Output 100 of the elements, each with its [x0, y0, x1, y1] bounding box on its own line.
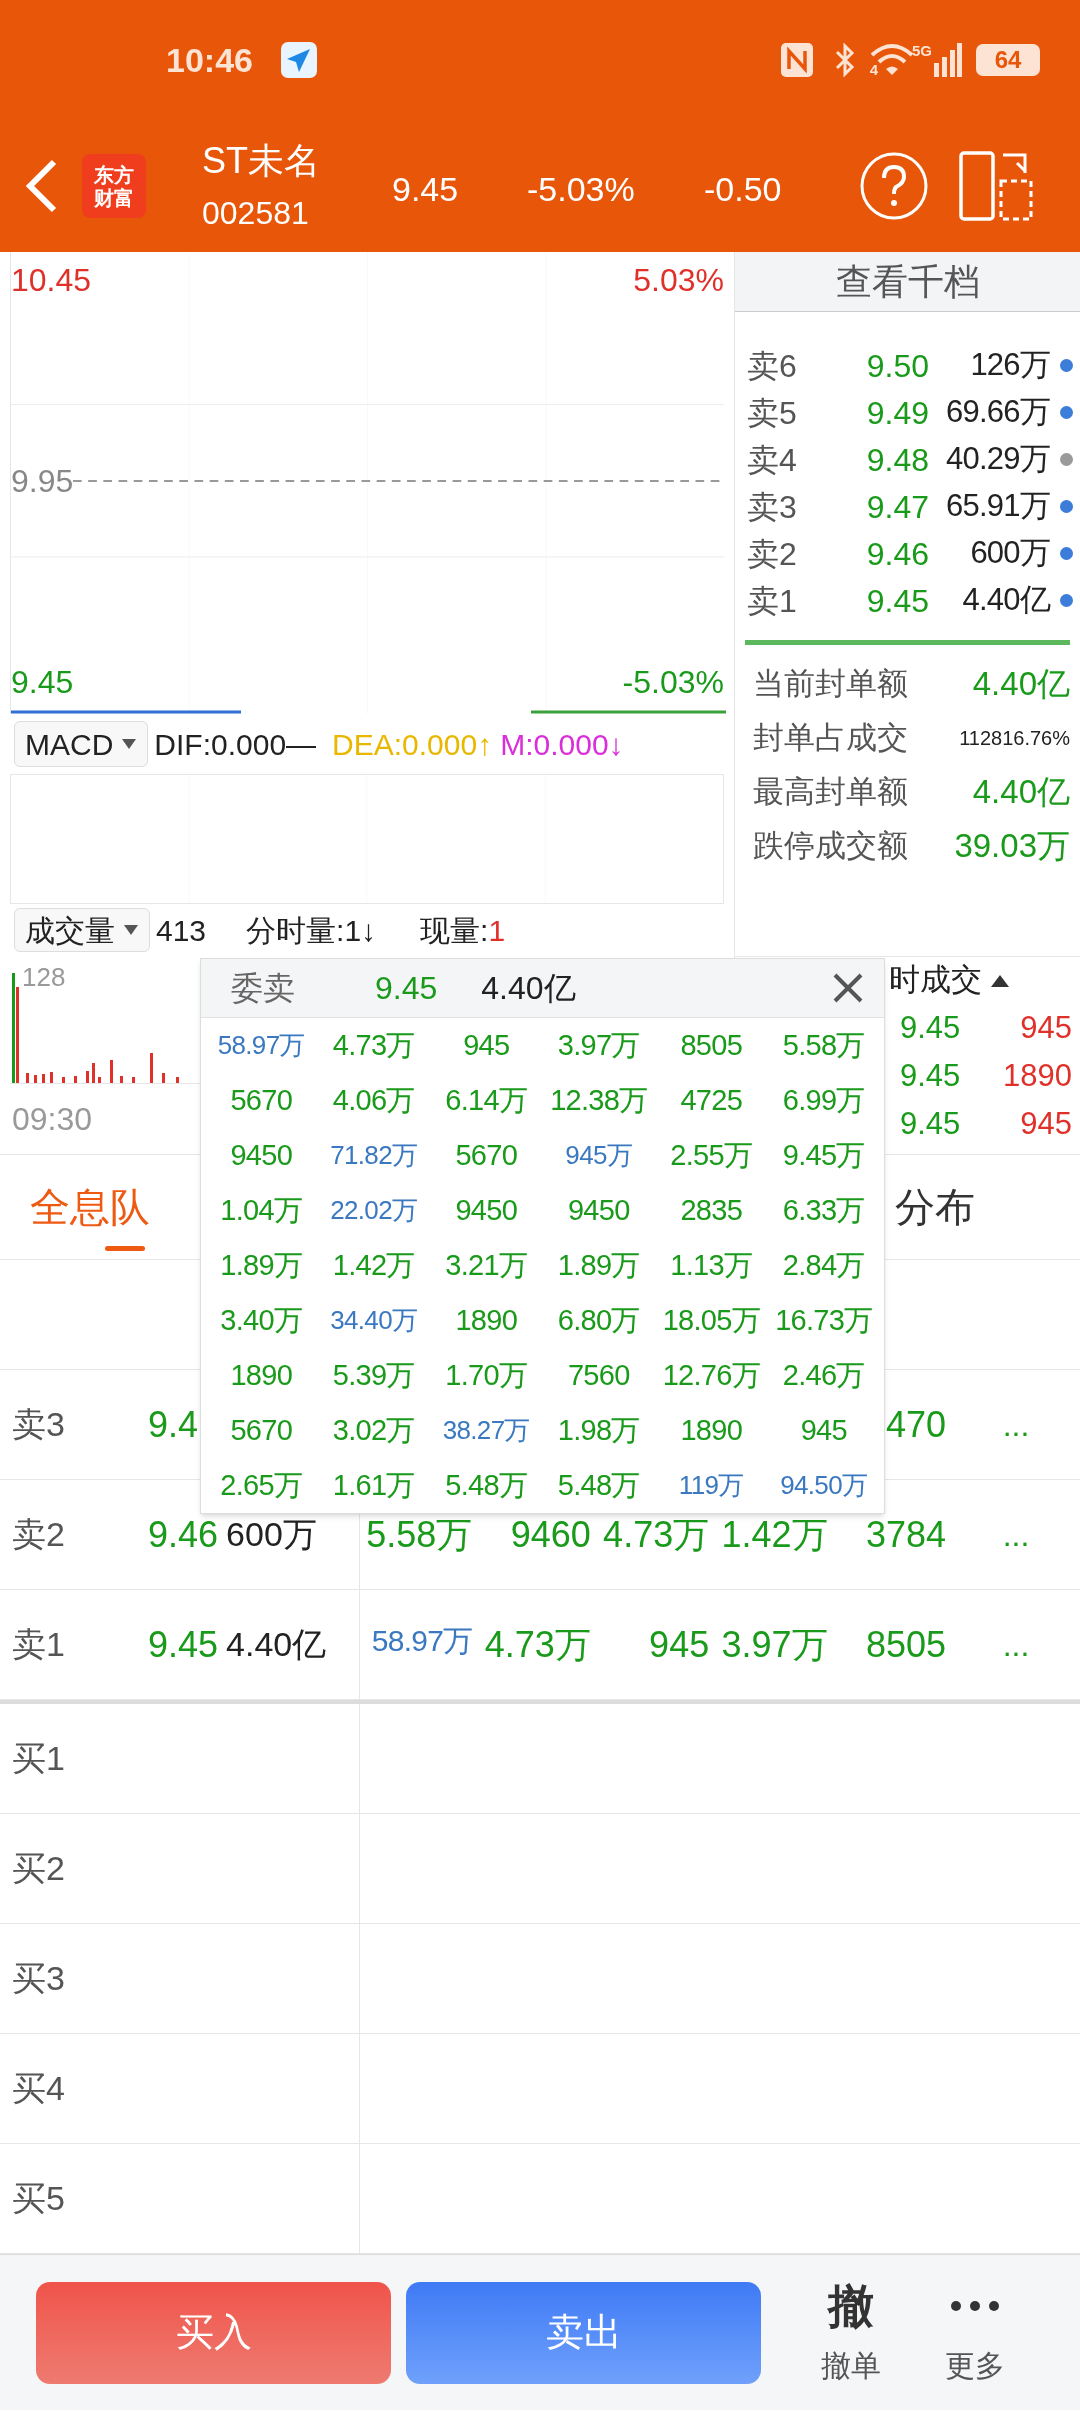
- ask-volume: 126万: [969, 346, 1050, 385]
- caret-icon: [123, 924, 139, 936]
- queue-cell-text: 94.50万: [779, 1469, 869, 1502]
- queue-cell-text: 3784: [864, 1512, 947, 1557]
- start-time-label: 09:30: [12, 1100, 93, 1139]
- trade-volume: 945: [1019, 1104, 1073, 1143]
- queue-cell-text: 4.73万: [483, 1622, 592, 1667]
- price-label: 10.45: [11, 261, 92, 300]
- caret-icon: [121, 738, 138, 750]
- logo-text: 财富: [94, 187, 134, 208]
- sort-up-icon: [990, 973, 1010, 988]
- help-icon[interactable]: [859, 151, 929, 221]
- ask-volume: 40.29万: [945, 440, 1050, 479]
- stat-label: 跌停成交额: [753, 826, 908, 865]
- queue-cell-text: 2.84万: [781, 1247, 866, 1283]
- more-text[interactable]: ...: [952, 1510, 1080, 1559]
- trade-price: 9.45: [900, 1056, 962, 1095]
- queue-cell-text: 58.97万: [216, 1029, 306, 1062]
- trade-volume: 945: [1019, 1008, 1073, 1047]
- queue-cell-text: 2.65万: [219, 1467, 304, 1503]
- queue-cell-text: 4.73万: [602, 1512, 711, 1557]
- period-volume-text: 分时量:1↓: [246, 912, 377, 949]
- queue-cell-text: 3.97万: [556, 1027, 641, 1063]
- queue-cell-text: 4.06万: [331, 1082, 416, 1118]
- queue-cell-text: 1.98万: [556, 1412, 641, 1448]
- change-text: -0.50: [704, 168, 783, 210]
- change-percent-text: -5.03%: [527, 168, 636, 210]
- queue-cell-text: 2835: [679, 1192, 744, 1228]
- queue-cell-text: 6.33万: [781, 1192, 866, 1228]
- popup-price: 9.45: [375, 969, 438, 1008]
- more-button[interactable]: 更多: [925, 2277, 1025, 2388]
- more-icon: [951, 2300, 999, 2311]
- price-label: 9.95: [11, 462, 74, 501]
- queue-cell-text: 5.48万: [556, 1467, 641, 1503]
- volume-value: 413: [156, 912, 207, 949]
- trades-title[interactable]: 时成交: [889, 957, 982, 1004]
- ask-label: 卖6: [747, 346, 798, 386]
- row-label: 卖3: [12, 1404, 66, 1445]
- cancel-order-button[interactable]: 撤 撤单: [801, 2277, 901, 2388]
- queue-cell-text: 3.02万: [331, 1412, 416, 1448]
- row-label: 卖2: [12, 1514, 66, 1555]
- ask-label: 卖5: [747, 393, 798, 433]
- volume-text: 4.40亿: [226, 1624, 327, 1665]
- more-text[interactable]: ...: [952, 1400, 1080, 1449]
- close-icon[interactable]: [832, 972, 864, 1004]
- queue-cell-text: 4.73万: [331, 1027, 416, 1063]
- logo-text: 东方: [94, 164, 134, 185]
- ask-label: 卖2: [747, 534, 798, 574]
- row-label: 买4: [12, 2068, 66, 2109]
- queue-cell-text: 9450: [454, 1192, 519, 1228]
- volume-text: 600万: [226, 1514, 317, 1555]
- queue-cell-text: 34.40万: [329, 1304, 419, 1337]
- queue-cell-text: 3.21万: [444, 1247, 529, 1283]
- row-label: 买3: [12, 1958, 66, 1999]
- queue-cell-text: 945: [648, 1622, 711, 1667]
- price-text: 9.45: [148, 1622, 219, 1667]
- stat-value: 4.40亿: [972, 664, 1070, 705]
- tab[interactable]: 全息队: [30, 1155, 150, 1259]
- queue-cell-text: 1890: [229, 1357, 294, 1393]
- queue-cell-text: 4725: [679, 1082, 744, 1118]
- stat-label: 最高封单额: [753, 772, 908, 811]
- price-label: 9.45: [11, 663, 74, 702]
- queue-cell-text: 5670: [229, 1412, 294, 1448]
- stat-label: 当前封单额: [753, 664, 908, 703]
- queue-cell-text: 1.89万: [556, 1247, 641, 1283]
- percent-label: 5.03%: [633, 261, 724, 300]
- volume-selector[interactable]: 成交量: [14, 908, 150, 952]
- queue-cell-text: 1.13万: [669, 1247, 754, 1283]
- queue-cell-text: 5670: [229, 1082, 294, 1118]
- row-label: 卖1: [12, 1624, 66, 1665]
- signal-icon: [934, 43, 962, 77]
- queue-cell-text: 9.45万: [781, 1137, 866, 1173]
- ask-volume: 65.91万: [945, 487, 1050, 526]
- queue-cell-text: 1890: [454, 1302, 519, 1338]
- queue-cell-text: 22.02万: [329, 1194, 419, 1227]
- queue-cell-text: 5.58万: [365, 1512, 474, 1557]
- stat-value: 112816.76%: [959, 726, 1070, 751]
- stock-name: ST未名: [202, 139, 321, 183]
- wifi-band-text: 4: [869, 62, 878, 77]
- layout-switch-icon[interactable]: [959, 149, 1033, 223]
- queue-cell-text: 9460: [509, 1512, 592, 1557]
- queue-cell-text: 58.97万: [370, 1622, 474, 1659]
- row-label: 买5: [12, 2178, 66, 2219]
- queue-cell-text: 12.76万: [661, 1357, 761, 1393]
- more-text[interactable]: ...: [952, 1620, 1080, 1669]
- queue-cell-text: 18.05万: [661, 1302, 761, 1338]
- view-depth-button[interactable]: 查看千档: [735, 252, 1080, 312]
- nfc-icon: [779, 42, 814, 78]
- queue-cell-text: 1.42万: [331, 1247, 416, 1283]
- queue-cell-text: 5670: [454, 1137, 519, 1173]
- ask-price: 9.45: [865, 581, 929, 621]
- queue-cell-text: 1.70万: [444, 1357, 529, 1393]
- queue-cell-text: 5.39万: [331, 1357, 416, 1393]
- current-volume-label: 现量:: [420, 912, 489, 949]
- queue-cell-text: 1.42万: [720, 1512, 829, 1557]
- volume-scale-label: 128: [22, 961, 66, 994]
- tab[interactable]: 分布: [895, 1155, 975, 1259]
- price-text: 9.4: [148, 1402, 199, 1447]
- macd-selector[interactable]: MACD: [14, 721, 149, 767]
- queue-cell-text: 2.55万: [669, 1137, 754, 1173]
